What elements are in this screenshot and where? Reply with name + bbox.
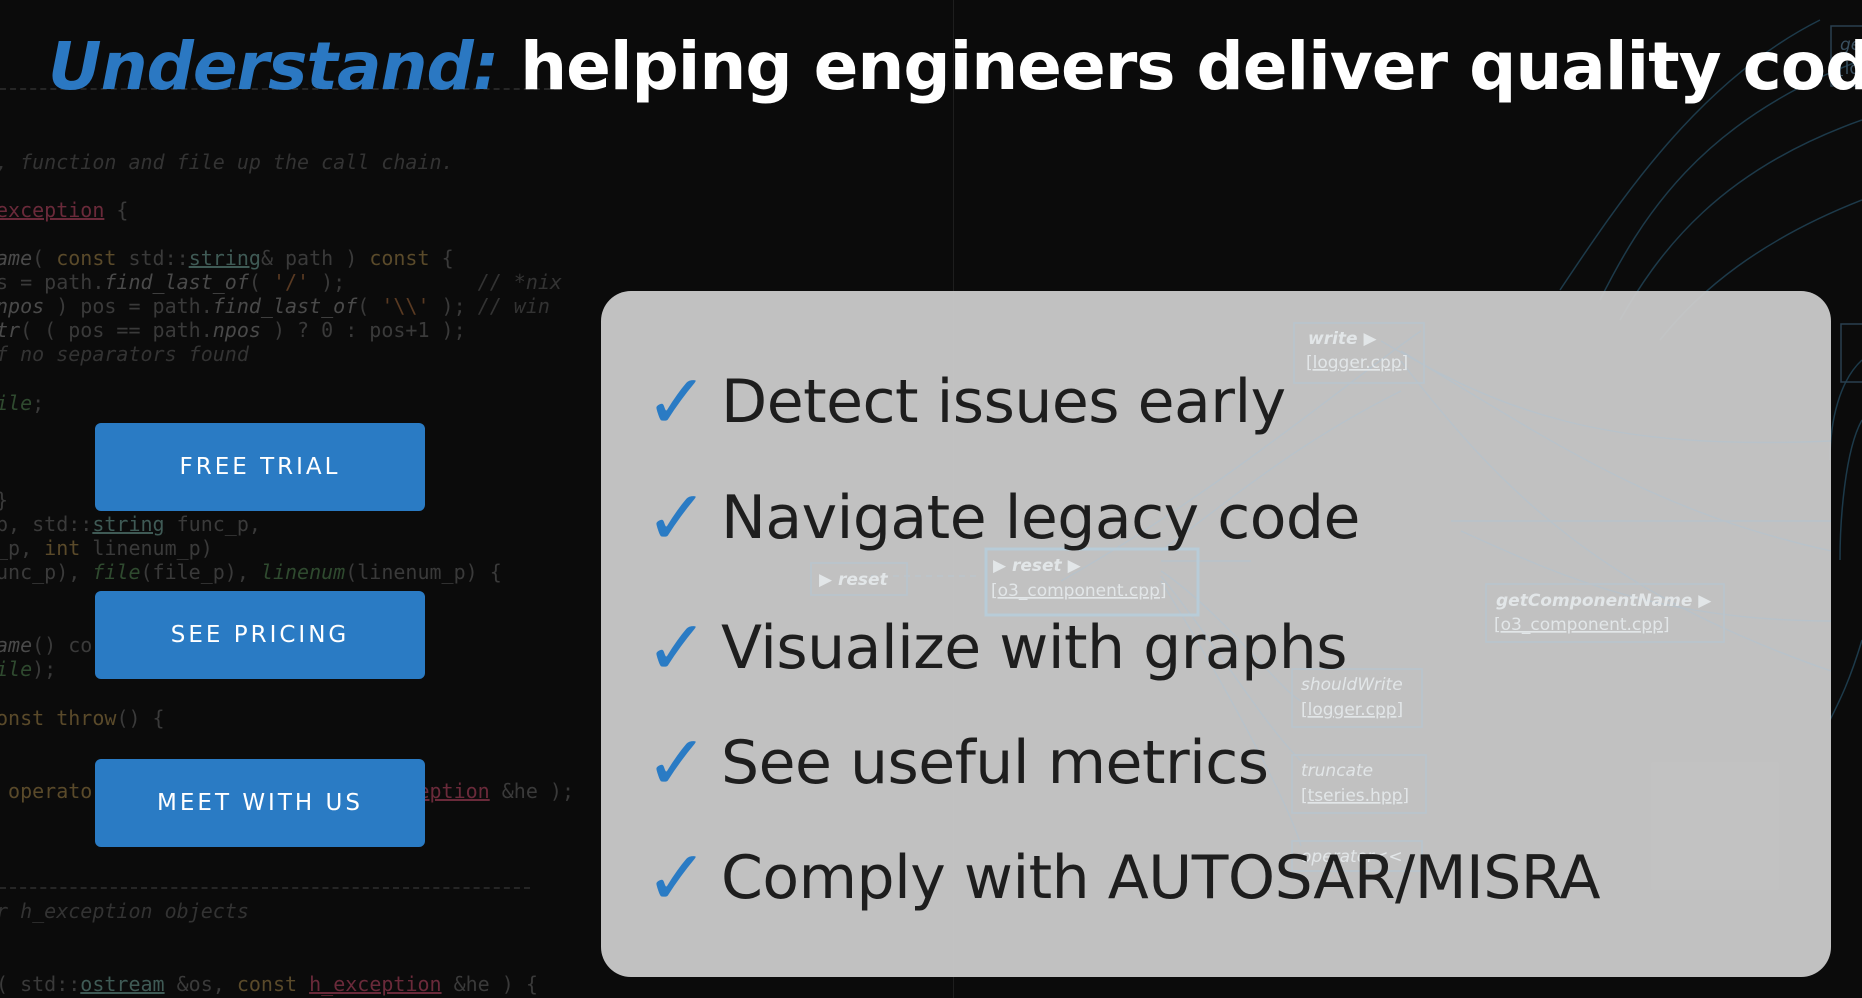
feature-item: ✓ Comply with AUTOSAR/MISRA [645, 833, 1601, 922]
checkmark-icon: ✓ [645, 603, 709, 692]
feature-text: Visualize with graphs [721, 613, 1348, 683]
svg-text:getComponentName ▶: getComponentName ▶ [1496, 591, 1712, 611]
feature-text: Detect issues early [721, 367, 1286, 437]
svg-text:[logger.cpp]: [logger.cpp] [1306, 353, 1408, 373]
code-separator-line [0, 887, 530, 889]
brand-name: Understand: [48, 28, 499, 105]
feature-text: Comply with AUTOSAR/MISRA [721, 843, 1601, 913]
meet-with-us-button[interactable]: MEET WITH US [95, 759, 425, 847]
svg-text:truncate: truncate [1301, 761, 1373, 781]
free-trial-button[interactable]: FREE TRIAL [95, 423, 425, 511]
checkmark-icon: ✓ [645, 473, 709, 562]
svg-text:[logger.cpp]: [logger.cpp] [1301, 700, 1403, 720]
feature-item: ✓ Navigate legacy code [645, 478, 1360, 558]
svg-text:[tseries.hpp]: [tseries.hpp] [1301, 786, 1409, 806]
checkmark-icon: ✓ [645, 833, 709, 922]
feature-item: ✓ Visualize with graphs [645, 603, 1348, 692]
svg-text:▶ reset ▶: ▶ reset ▶ [993, 556, 1082, 576]
feature-item: ✓ See useful metrics [645, 723, 1269, 803]
see-pricing-button[interactable]: SEE PRICING [95, 591, 425, 679]
features-panel: write ▶ [logger.cpp] ▶ reset ▶ reset ▶ [… [601, 291, 1831, 977]
svg-text:write ▶: write ▶ [1308, 329, 1377, 349]
graph-node-reset: ▶ reset ▶ [o3_component.cpp] [991, 556, 1167, 601]
svg-text:▶ reset: ▶ reset [819, 570, 889, 590]
feature-text: Navigate legacy code [721, 483, 1360, 553]
graph-node-get-component-name: getComponentName ▶ [o3_component.cpp] [1494, 591, 1712, 635]
graph-node-reset-caller: ▶ reset [819, 570, 889, 590]
svg-text:[o3_component.cpp]: [o3_component.cpp] [1494, 615, 1670, 635]
graph-node-truncate: truncate [tseries.hpp] [1301, 761, 1409, 806]
feature-item: ✓ Detect issues early [645, 362, 1286, 442]
checkmark-icon: ✓ [645, 718, 709, 807]
svg-text:[o3_component.cpp]: [o3_component.cpp] [991, 581, 1167, 601]
page-title: Understand: helping engineers deliver qu… [48, 28, 1862, 105]
tagline: helping engineers deliver quality code [520, 28, 1862, 105]
feature-text: See useful metrics [721, 728, 1269, 798]
checkmark-icon: ✓ [645, 357, 709, 446]
